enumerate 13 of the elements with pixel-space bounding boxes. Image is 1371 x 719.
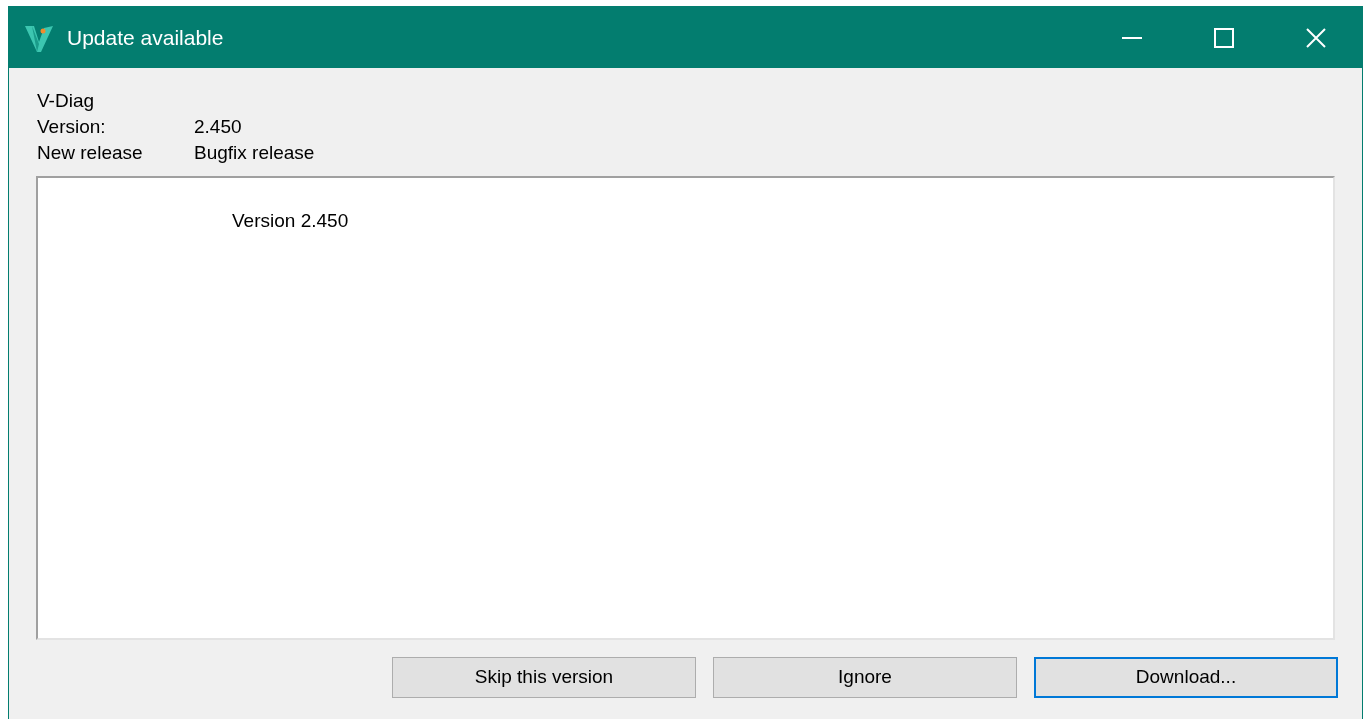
info-value: 2.450: [194, 115, 242, 139]
close-icon: [1306, 27, 1326, 48]
info-label: New release: [37, 141, 144, 165]
dialog-button[interactable]: Download...: [1034, 657, 1338, 698]
dialog-button[interactable]: Skip this version: [392, 657, 696, 698]
window-title: Update available: [67, 24, 224, 51]
maximize-icon: [1214, 27, 1234, 48]
info-value: Bugfix release: [194, 141, 315, 165]
minimize-icon: [1122, 36, 1142, 39]
dialog-button[interactable]: Ignore: [713, 657, 1017, 698]
release-notes-text: Version 2.450: [232, 209, 349, 233]
info-label: Version:: [37, 115, 107, 139]
product-name: V-Diag: [37, 89, 95, 113]
